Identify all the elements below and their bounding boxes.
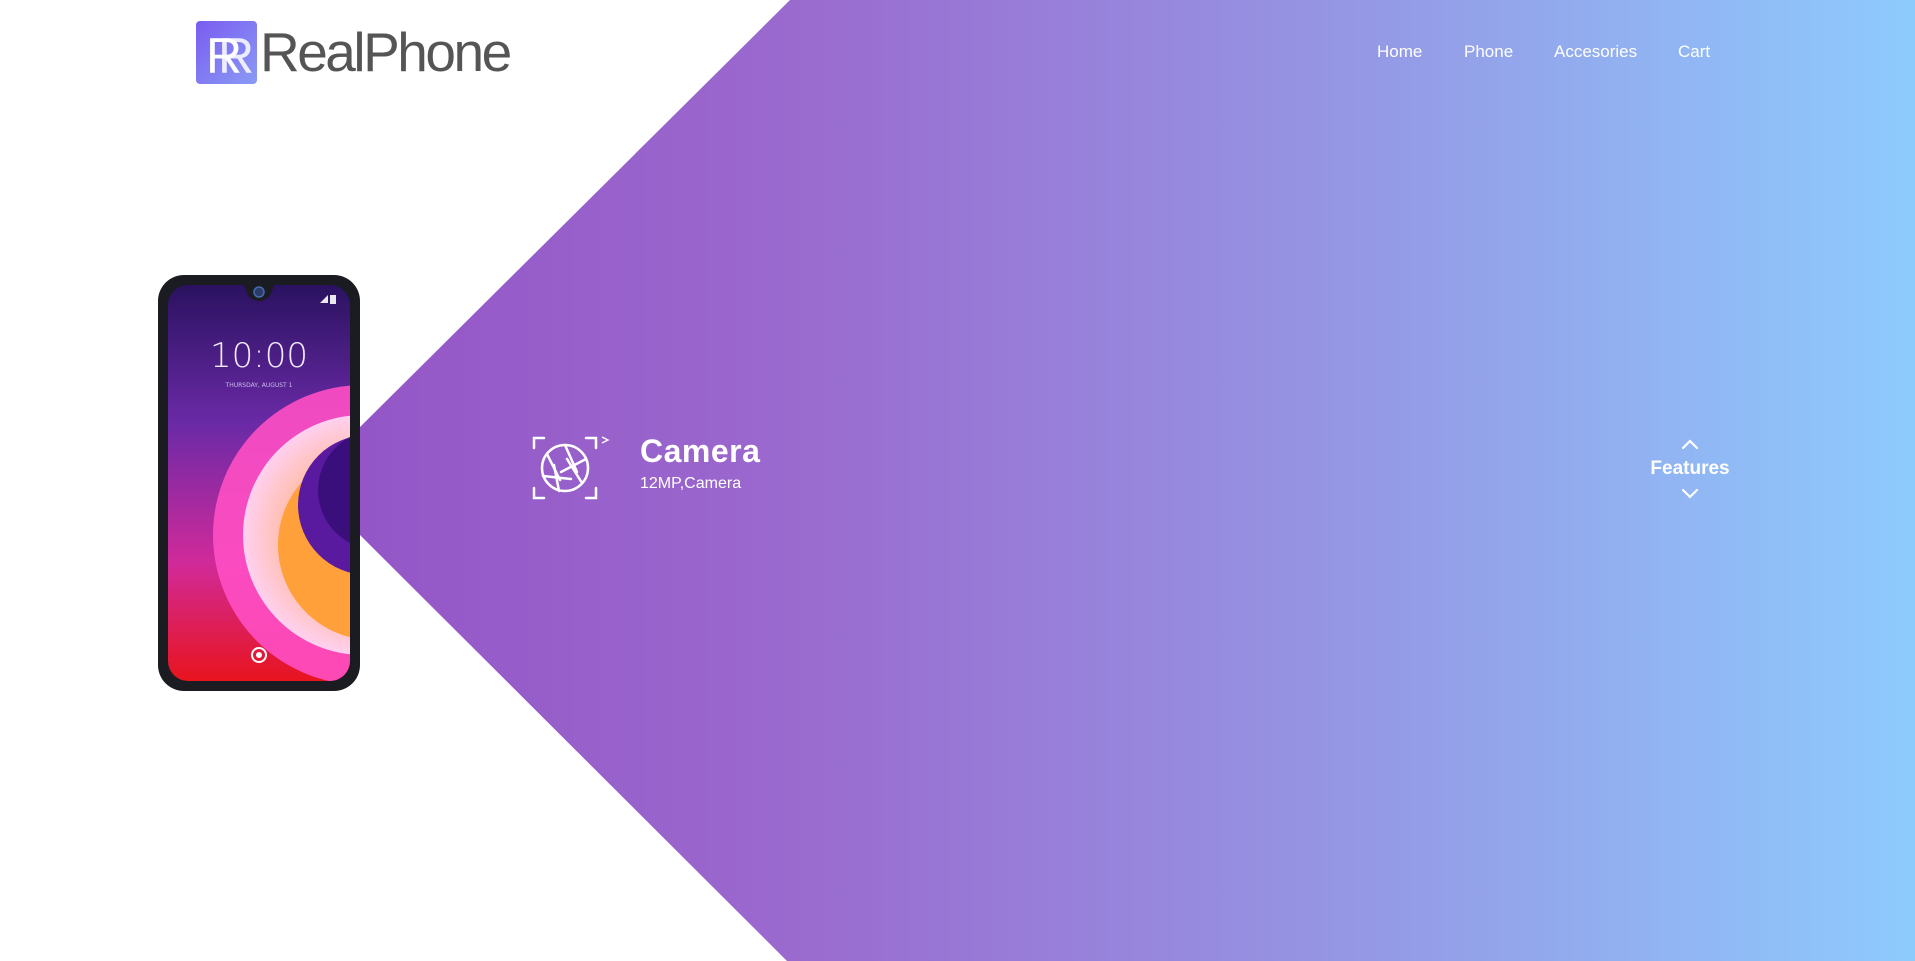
- phone-clock: 10:00: [210, 336, 308, 376]
- feature-subtitle: 12MP,Camera: [640, 475, 742, 492]
- phone-date: THURSDAY, AUGUST 1: [225, 382, 293, 389]
- phone-image: 10:00 THURSDAY, AUGUST 1: [154, 275, 364, 696]
- chevron-up-icon[interactable]: [1680, 438, 1700, 450]
- feature-switcher: Features: [1640, 438, 1740, 500]
- feature-title: Camera: [640, 433, 761, 469]
- nav-home[interactable]: Home: [1377, 40, 1422, 64]
- camera-aperture-icon: [530, 432, 610, 504]
- nav-phone[interactable]: Phone: [1464, 40, 1513, 64]
- nav-cart[interactable]: Cart: [1678, 40, 1710, 64]
- feature-card: Camera 12MP,Camera: [530, 432, 760, 504]
- chevron-down-icon[interactable]: [1680, 488, 1700, 500]
- main-nav: Home Phone Accesories Cart: [0, 40, 1915, 64]
- nav-accessories[interactable]: Accesories: [1554, 40, 1637, 64]
- switcher-label: Features: [1650, 458, 1730, 479]
